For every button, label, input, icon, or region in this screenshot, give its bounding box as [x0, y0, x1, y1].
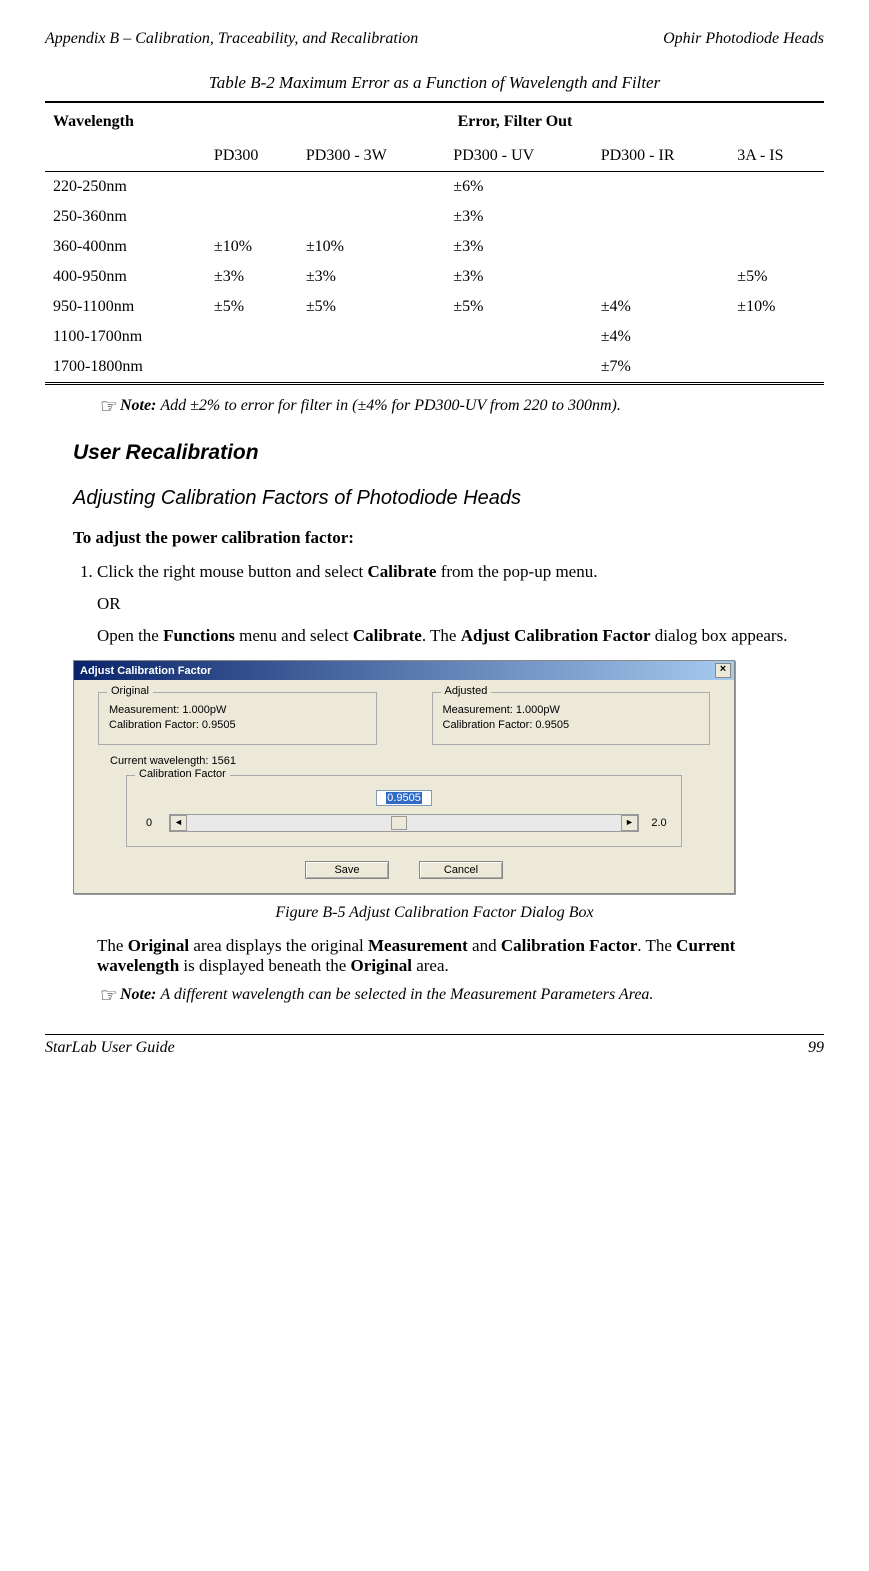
- current-wavelength: Current wavelength: 1561: [110, 755, 710, 767]
- note-text: A different wavelength can be selected i…: [160, 986, 824, 1006]
- procedure-title: To adjust the power calibration factor:: [73, 528, 824, 548]
- dialog-body: Original Measurement: 1.000pW Calibratio…: [74, 680, 734, 893]
- page-header: Appendix B – Calibration, Traceability, …: [45, 30, 824, 48]
- table-row: 360-400nm ±10% ±10% ±3%: [45, 232, 824, 262]
- note-label: Note:: [120, 986, 156, 1006]
- col-pd300-uv: PD300 - UV: [445, 141, 592, 172]
- slider-min: 0: [137, 817, 161, 829]
- step-1: Click the right mouse button and select …: [97, 562, 824, 582]
- col-wavelength: Wavelength: [45, 102, 206, 141]
- page-footer: StarLab User Guide 99: [45, 1034, 824, 1057]
- col-pd300: PD300: [206, 141, 298, 172]
- calibration-factor-legend: Calibration Factor: [135, 768, 230, 780]
- col-error-span: Error, Filter Out: [206, 102, 824, 141]
- header-left: Appendix B – Calibration, Traceability, …: [45, 30, 418, 48]
- arrow-left-icon[interactable]: ◄: [170, 815, 187, 831]
- adjusted-legend: Adjusted: [441, 685, 492, 697]
- table-row: 220-250nm ±6%: [45, 172, 824, 203]
- col-pd300-ir: PD300 - IR: [593, 141, 730, 172]
- col-pd300-3w: PD300 - 3W: [298, 141, 445, 172]
- cancel-button[interactable]: Cancel: [419, 861, 503, 879]
- calibration-value-input[interactable]: 0.9505: [376, 790, 432, 806]
- note-icon: ☞: [100, 397, 118, 417]
- table-row: 400-950nm ±3% ±3% ±3% ±5%: [45, 262, 824, 292]
- step-or: OR: [97, 594, 824, 614]
- table-row: 1700-1800nm ±7%: [45, 352, 824, 384]
- close-icon[interactable]: ×: [715, 663, 731, 678]
- original-measurement: Measurement: 1.000pW: [109, 704, 366, 716]
- table-row: 1100-1700nm ±4%: [45, 322, 824, 352]
- note-label: Note:: [120, 397, 156, 417]
- table-title: Table B-2 Maximum Error as a Function of…: [45, 73, 824, 93]
- footer-page-number: 99: [808, 1039, 824, 1057]
- dialog-title: Adjust Calibration Factor: [80, 665, 211, 677]
- figure-caption: Figure B-5 Adjust Calibration Factor Dia…: [45, 904, 824, 922]
- arrow-right-icon[interactable]: ►: [621, 815, 638, 831]
- note-text: Add ±2% to error for filter in (±4% for …: [160, 397, 824, 417]
- header-right: Ophir Photodiode Heads: [663, 30, 824, 48]
- original-calibration: Calibration Factor: 0.9505: [109, 719, 366, 731]
- original-group: Original Measurement: 1.000pW Calibratio…: [98, 692, 377, 745]
- slider-track[interactable]: [187, 816, 621, 830]
- step-open-functions: Open the Functions menu and select Calib…: [97, 626, 824, 646]
- adjusted-group: Adjusted Measurement: 1.000pW Calibratio…: [432, 692, 711, 745]
- col-3a-is: 3A - IS: [729, 141, 824, 172]
- page: Appendix B – Calibration, Traceability, …: [0, 0, 869, 1077]
- steps-list: Click the right mouse button and select …: [73, 562, 824, 582]
- save-button[interactable]: Save: [305, 861, 389, 879]
- calibration-factor-group: Calibration Factor 0.9505 0 ◄ ► 2.0: [126, 775, 682, 847]
- original-legend: Original: [107, 685, 153, 697]
- subsection-heading: Adjusting Calibration Factors of Photodi…: [73, 487, 824, 510]
- dialog-titlebar: Adjust Calibration Factor ×: [74, 661, 734, 680]
- note-wavelength: ☞ Note: A different wavelength can be se…: [100, 986, 824, 1006]
- table-row: 250-360nm ±3%: [45, 202, 824, 232]
- table-row: 950-1100nm ±5% ±5% ±5% ±4% ±10%: [45, 292, 824, 322]
- slider-thumb[interactable]: [391, 816, 407, 830]
- slider-max: 2.0: [647, 817, 671, 829]
- section-heading: User Recalibration: [73, 441, 824, 465]
- error-table: Wavelength Error, Filter Out PD300 PD300…: [45, 101, 824, 385]
- note-icon: ☞: [100, 986, 118, 1006]
- paragraph-original-area: The Original area displays the original …: [97, 936, 824, 976]
- adjusted-measurement: Measurement: 1.000pW: [443, 704, 700, 716]
- footer-left: StarLab User Guide: [45, 1039, 175, 1057]
- note-filter: ☞ Note: Add ±2% to error for filter in (…: [100, 397, 824, 417]
- dialog-screenshot: Adjust Calibration Factor × Original Mea…: [73, 660, 735, 894]
- calibration-slider[interactable]: ◄ ►: [169, 814, 639, 832]
- adjusted-calibration: Calibration Factor: 0.9505: [443, 719, 700, 731]
